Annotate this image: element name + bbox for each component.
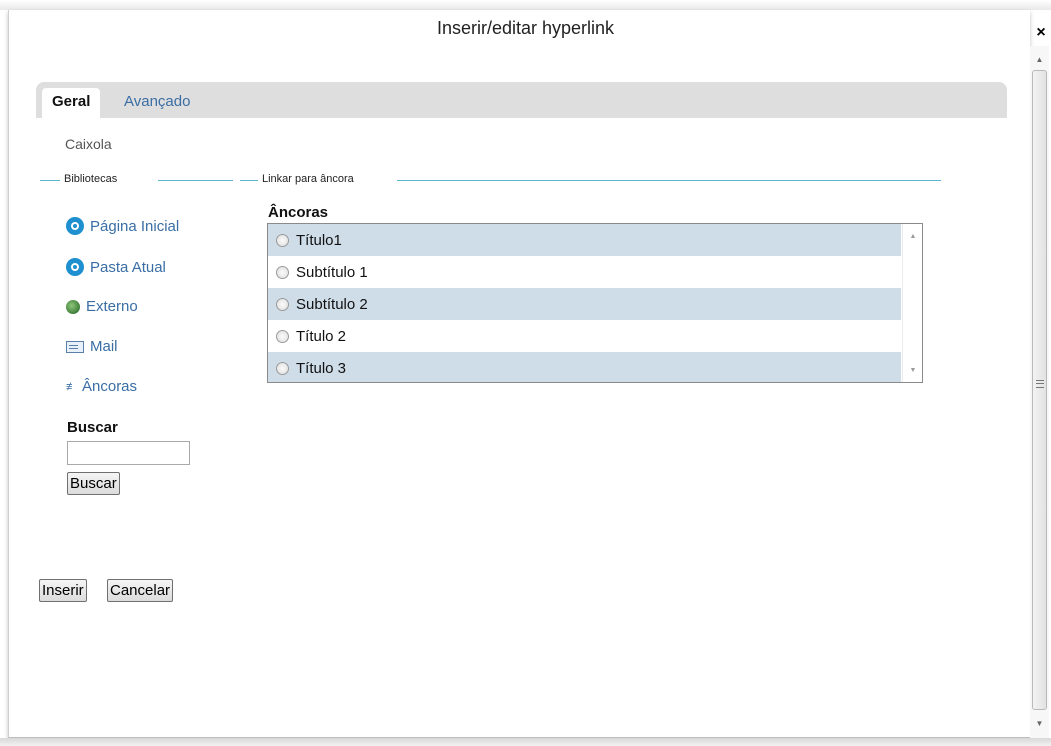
sidebar-item-pagina-inicial[interactable]: Página Inicial [66, 217, 179, 235]
search-input[interactable] [67, 441, 190, 465]
sidebar-item-externo[interactable]: Externo [66, 298, 138, 315]
sidebar-item-mail[interactable]: Mail [66, 338, 118, 355]
sidebar-item-ancoras[interactable]: ≢ Âncoras [66, 378, 137, 395]
bottom-shadow-strip [0, 738, 1051, 746]
libraries-legend: Bibliotecas [64, 173, 118, 185]
grip-icon [1036, 380, 1044, 388]
sidebar-item-label: Externo [86, 298, 138, 315]
list-item[interactable]: Subtítulo 2 [268, 288, 901, 320]
tab-geral[interactable]: Geral [42, 88, 101, 118]
insert-button[interactable]: Inserir [39, 579, 87, 602]
search-button[interactable]: Buscar [67, 472, 120, 495]
sidebar-item-pasta-atual[interactable]: Pasta Atual [66, 258, 166, 276]
radio-button[interactable] [276, 297, 289, 311]
cancel-button[interactable]: Cancelar [107, 579, 174, 602]
list-item[interactable]: Subtítulo 1 [268, 256, 901, 288]
tab-avancado[interactable]: Avançado [114, 88, 200, 118]
dialog-scrollbar[interactable]: ▲ ▼ [1030, 46, 1049, 738]
legend-line-right [397, 180, 941, 181]
list-item[interactable]: Título 2 [268, 320, 901, 352]
scroll-up-arrow-icon[interactable]: ▲ [1030, 52, 1049, 68]
close-icon[interactable]: × [1034, 25, 1048, 41]
anchor-legend: Linkar para âncora [262, 173, 354, 185]
legend-line-left [40, 180, 60, 181]
scroll-up-arrow-icon[interactable]: ▲ [903, 230, 922, 244]
radio-button[interactable] [276, 361, 289, 375]
top-shadow-strip [0, 0, 1051, 10]
sidebar-item-label: Pasta Atual [90, 258, 166, 276]
list-scrollbar[interactable]: ▲ ▼ [902, 224, 922, 382]
scrollbar-thumb[interactable] [1032, 70, 1047, 710]
sidebar-item-label: Página Inicial [90, 217, 180, 235]
radio-button[interactable] [276, 265, 289, 279]
anchor-list: Título1 Subtítulo 1 Subtítulo 2 Título 2… [267, 223, 923, 383]
anchor-label: Subtítulo 2 [296, 295, 368, 313]
breadcrumb: Caixola [65, 136, 112, 152]
globe-icon [66, 299, 80, 314]
sidebar-item-label: Âncoras [82, 378, 138, 395]
legend-line-left [240, 180, 258, 181]
home-icon [66, 217, 84, 235]
radio-button[interactable] [276, 329, 289, 343]
mail-icon [66, 340, 84, 353]
list-item[interactable]: Título1 [268, 224, 901, 256]
anchor-label: Título1 [296, 231, 342, 249]
sidebar-item-label: Mail [90, 338, 118, 355]
anchor-icon: ≢ [66, 380, 77, 393]
folder-icon [66, 258, 84, 276]
dialog-title: Inserir/editar hyperlink [436, 18, 615, 38]
scroll-down-arrow-icon[interactable]: ▼ [1030, 716, 1049, 732]
radio-button[interactable] [276, 233, 289, 247]
legend-line-right [158, 180, 233, 181]
search-label: Buscar [67, 419, 118, 436]
anchor-label: Subtítulo 1 [296, 263, 368, 281]
tab-bar: Geral Avançado [36, 82, 1007, 118]
anchors-heading: Âncoras [268, 204, 329, 221]
list-item[interactable]: Título 3 [268, 352, 901, 382]
anchor-label: Título 3 [296, 359, 347, 377]
scroll-down-arrow-icon[interactable]: ▼ [903, 364, 922, 378]
anchor-label: Título 2 [296, 327, 347, 345]
